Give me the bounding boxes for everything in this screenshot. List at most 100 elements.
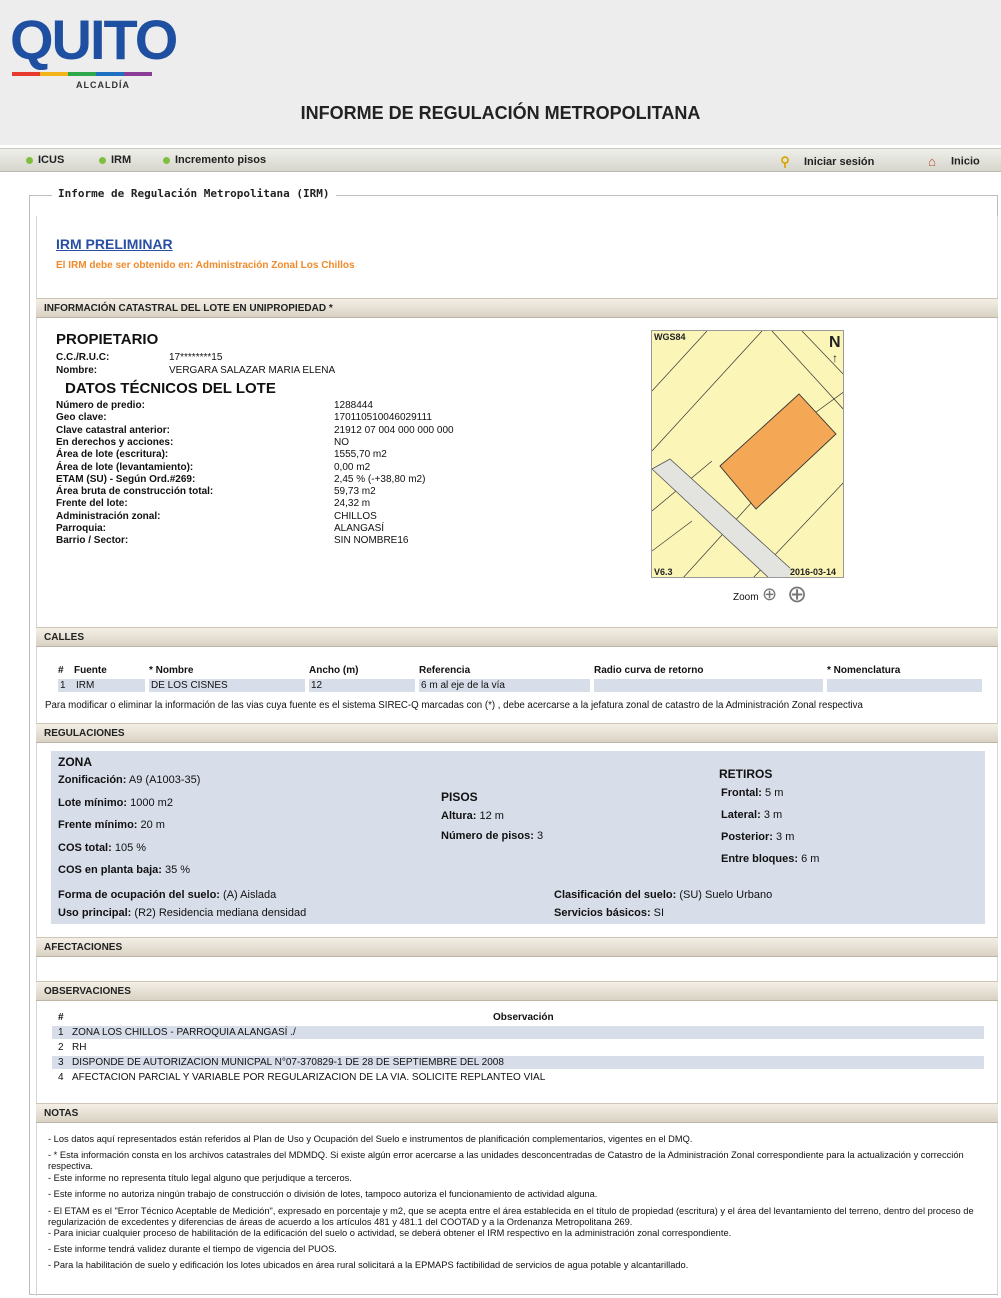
calles-cell: 1	[60, 680, 66, 691]
datos-tecnicos-heading: DATOS TÉCNICOS DEL LOTE	[65, 380, 276, 397]
retiros-item: Frontal: 5 m	[721, 787, 783, 799]
retiros-item-value: 3 m	[776, 831, 795, 843]
zona-item-value: 1000 m2	[130, 796, 173, 809]
calles-header-cell: * Nombre	[149, 665, 194, 676]
retiros-item-value: 5 m	[765, 787, 784, 799]
obs-text: AFECTACION PARCIAL Y VARIABLE POR REGULA…	[72, 1072, 546, 1083]
calles-header-cell: * Nomenclatura	[827, 665, 901, 676]
datos-row-value: 21912 07 004 000 000 000	[334, 424, 454, 436]
irm-preliminar-link[interactable]: IRM PRELIMINAR	[56, 236, 173, 252]
obs-header-observacion: Observación	[493, 1012, 554, 1023]
zona-item: Zonificación: A9 (A1003-35)	[58, 774, 200, 786]
datos-row-value: ALANGASÍ	[334, 523, 385, 534]
calles-cell: IRM	[76, 680, 95, 691]
zona-item-value: 35 %	[164, 864, 191, 876]
datos-row-label: Área bruta de construcción total:	[56, 486, 214, 498]
uso-principal: Uso principal: (R2) Residencia mediana d…	[58, 907, 306, 919]
retiros-item: Entre bloques: 6 m	[721, 853, 819, 865]
quito-logo[interactable]: QUITO ALCALDÍA	[8, 8, 178, 90]
nota-item: - El ETAM es el "Error Técnico Aceptable…	[48, 1206, 974, 1227]
pisos-item-value: 3	[536, 830, 544, 842]
zoom-in-icon[interactable]: ⊕	[787, 580, 807, 609]
pisos-item-label: Altura:	[441, 810, 477, 822]
page-header: QUITO ALCALDÍA INFORME DE REGULACIÓN MET…	[0, 0, 1001, 145]
calles-cell: 6 m al eje de la vía	[421, 680, 505, 691]
clasif-label: Clasificación del suelo:	[554, 889, 677, 901]
calles-cell: 12	[311, 680, 323, 691]
calles-note: Para modificar o eliminar la información…	[45, 700, 863, 711]
nota-item: - Este informe no autoriza ningún trabaj…	[48, 1189, 598, 1199]
home-link[interactable]: ⌂ Inicio	[925, 154, 980, 169]
zona-item: COS total: 105 %	[58, 842, 146, 854]
logo-stripe-segment	[68, 72, 96, 76]
page-title: INFORME DE REGULACIÓN METROPOLITANA	[300, 103, 701, 123]
pisos-item: Altura: 12 m	[441, 810, 504, 822]
logo-stripe-segment	[40, 72, 68, 76]
uso-value: (R2) Residencia mediana densidad	[134, 907, 307, 919]
calles-cell-band	[827, 679, 982, 692]
bullet-icon	[99, 156, 106, 164]
zona-item-label: Frente mínimo:	[58, 819, 138, 831]
bullet-icon	[163, 156, 170, 164]
clasif-value: (SU) Suelo Urbano	[679, 889, 773, 901]
zona-item: COS en planta baja: 35 %	[58, 864, 190, 876]
nota-item: - * Esta información consta en los archi…	[48, 1150, 964, 1171]
section-regulaciones: REGULACIONES	[36, 723, 998, 743]
datos-row-value: SIN NOMBRE16	[334, 535, 409, 547]
obs-header-num: #	[58, 1012, 64, 1023]
calles-header-cell: #	[58, 665, 64, 676]
retiros-item-label: Posterior:	[721, 831, 773, 843]
obs-num: 1	[58, 1027, 64, 1038]
calles-cell-band	[594, 679, 823, 692]
zoom-out-icon[interactable]: ⊕	[762, 584, 777, 605]
retiros-item: Lateral: 3 m	[721, 809, 782, 821]
datos-row-label: Área de lote (escritura):	[56, 449, 169, 461]
section-catastral: INFORMACIÓN CATASTRAL DEL LOTE EN UNIPRO…	[36, 298, 998, 318]
map-datum: WGS84	[654, 332, 686, 342]
retiros-item-label: Lateral:	[721, 809, 761, 821]
nav-item-incremento-pisos[interactable]: Incremento pisos	[163, 154, 266, 166]
lot-map[interactable]: WGS84 N ↑ V6.3 2016-03-14	[651, 330, 844, 578]
uso-label: Uso principal:	[58, 907, 132, 919]
fieldset-legend: Informe de Regulación Metropolitana (IRM…	[52, 187, 336, 200]
logo-stripe-segment	[12, 72, 40, 76]
retiros-item-value: 3 m	[763, 809, 783, 821]
logo-stripe-segment	[124, 72, 152, 76]
zona-item-label: Zonificación:	[58, 774, 127, 786]
bullet-icon	[26, 156, 33, 164]
servicios-label: Servicios básicos:	[554, 907, 651, 919]
propietario-heading: PROPIETARIO	[56, 331, 159, 348]
retiros-item-value: 6 m	[801, 853, 820, 865]
north-arrow-icon: N	[829, 334, 841, 351]
home-label: Inicio	[951, 155, 980, 168]
nav-item-label: IRM	[111, 154, 132, 166]
calles-header-cell: Radio curva de retorno	[594, 665, 704, 676]
logo-wordmark: QUITO	[10, 8, 178, 71]
datos-row-value: 2,45 % (-+38,80 m2)	[334, 473, 426, 485]
nota-item: - Los datos aquí representados están ref…	[48, 1134, 693, 1144]
obs-text: DISPONDE DE AUTORIZACION MUNICPAL N°07-3…	[72, 1057, 504, 1068]
obs-text: ZONA LOS CHILLOS - PARROQUIA ALANGASÍ ./	[72, 1027, 296, 1038]
home-icon: ⌂	[928, 154, 936, 169]
map-version: V6.3	[654, 567, 673, 577]
calles-cell: DE LOS CISNES	[151, 680, 228, 691]
zona-item: Lote mínimo: 1000 m2	[58, 797, 173, 809]
zona-item-value: 20 m	[140, 819, 165, 831]
zona-item-value: A9 (A1003-35)	[128, 774, 201, 786]
logo-stripe-segment	[96, 72, 124, 76]
pisos-item-label: Número de pisos:	[441, 830, 534, 842]
nav-item-label: ICUS	[38, 154, 65, 166]
datos-row-value: NO	[334, 436, 349, 448]
nav-item-icus[interactable]: ICUS	[26, 154, 64, 166]
nota-item: - Este informe no representa título lega…	[48, 1173, 352, 1183]
section-afectaciones: AFECTACIONES	[36, 937, 998, 957]
calles-cell-band	[309, 679, 415, 692]
datos-row-label: Barrio / Sector:	[56, 535, 129, 547]
datos-row-label: En derechos y acciones:	[56, 436, 174, 448]
nav-bar: ICUS IRM Incremento pisos ⚲ Iniciar sesió…	[0, 148, 1001, 172]
login-link[interactable]: ⚲ Iniciar sesión	[778, 154, 874, 170]
retiros-item-label: Frontal:	[721, 787, 762, 799]
nav-item-irm[interactable]: IRM	[99, 154, 131, 166]
retiros-heading: RETIROS	[719, 767, 773, 781]
zoom-label: Zoom	[733, 592, 759, 603]
